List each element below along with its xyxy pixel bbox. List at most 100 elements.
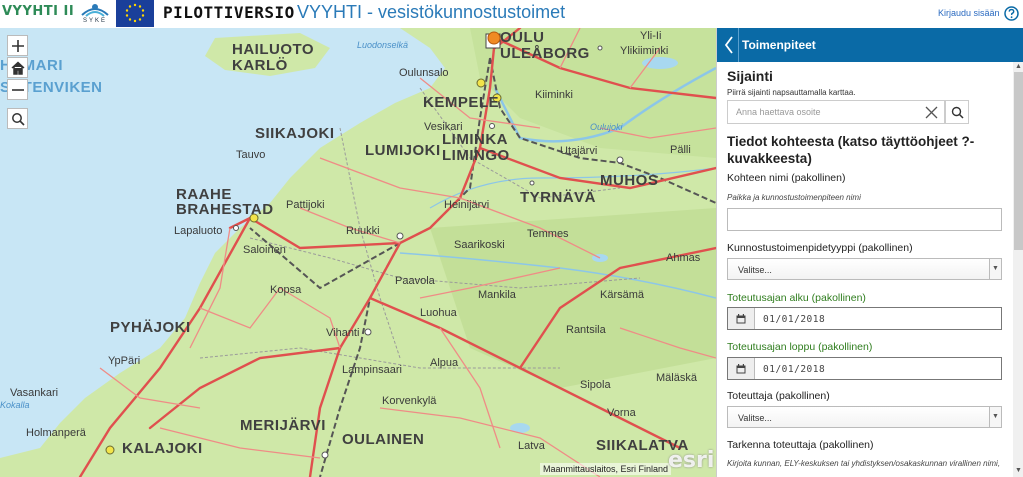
map-label: YpPäri	[108, 355, 141, 367]
zoom-in-button[interactable]	[7, 35, 28, 56]
map-label: MUHOS	[600, 172, 659, 189]
map-label: Pattijoki	[286, 199, 325, 211]
map-label: Ahmas	[666, 252, 701, 264]
syke-logo: SYKE	[78, 1, 112, 26]
map-label: Sipola	[580, 379, 611, 391]
address-search-input[interactable]	[728, 101, 923, 123]
chevron-down-icon: ▼	[989, 407, 1001, 427]
map-label: Paavola	[395, 275, 435, 287]
scroll-thumb[interactable]	[1014, 72, 1023, 250]
eu-flag-logo	[116, 0, 154, 27]
map-label: Rantsila	[566, 324, 606, 336]
map-label: LUMIJOKI	[365, 142, 441, 159]
implementer-select[interactable]: Valitse... ▼	[727, 406, 1002, 428]
map-search-button[interactable]	[7, 108, 28, 129]
map-label: Holmanperä	[26, 427, 86, 439]
map-label: Pälli	[670, 144, 691, 156]
home-button[interactable]	[7, 57, 28, 78]
login-link[interactable]: Kirjaudu sisään	[938, 8, 1000, 18]
map-label: OULU	[500, 29, 545, 46]
map-label: ULEÅBORG	[500, 45, 590, 62]
help-circle-icon[interactable]	[1004, 6, 1019, 21]
clear-icon[interactable]	[925, 106, 938, 119]
details-heading: Tiedot kohteesta (katso täyttöohjeet ?-k…	[727, 134, 975, 166]
end-date-field[interactable]: 01/01/2018	[727, 357, 1002, 380]
panel-form: Sijainti Piirrä sijainti napsauttamalla …	[717, 62, 1012, 477]
map-label: TYRNÄVÄ	[520, 189, 597, 206]
map-label: Oulunsalo	[399, 67, 449, 79]
type-select[interactable]: Valitse... ▼	[727, 258, 1002, 280]
map-label: SIIKAJOKI	[255, 125, 335, 142]
map-label: Kokalla	[0, 400, 30, 410]
side-panel: Toimenpiteet Sijainti Piirrä sijainti na…	[716, 28, 1023, 477]
zoom-out-icon	[11, 88, 24, 91]
map-label: KEMPELE	[423, 94, 500, 111]
implementer-select-value: Valitse...	[738, 413, 772, 423]
type-label: Kunnostustoimenpidetyyppi (pakollinen)	[727, 242, 913, 254]
map-label: Alpua	[430, 357, 459, 369]
map-label: Oulujoki	[590, 122, 623, 132]
detail-implementer-hint: Kirjoita kunnan, ELY-keskuksen tai yhdis…	[727, 459, 1001, 468]
map-label: OULAINEN	[342, 431, 425, 448]
syke-logo-text: SYKE	[82, 18, 107, 24]
vyyhti-logo: VYYHTI II	[2, 4, 75, 19]
map-label: Vorna	[607, 407, 636, 419]
scroll-down-icon[interactable]: ▼	[1014, 466, 1023, 475]
search-icon	[951, 106, 964, 119]
calendar-icon[interactable]	[728, 358, 755, 379]
implementer-label: Toteuttaja (pakollinen)	[727, 390, 830, 402]
start-date-field[interactable]: 01/01/2018	[727, 307, 1002, 330]
end-date-value: 01/01/2018	[763, 364, 826, 375]
zoom-in-icon	[11, 39, 24, 52]
map-label: LIMINKA	[442, 131, 508, 148]
name-input[interactable]	[727, 208, 1002, 231]
map-label: Temmes	[527, 228, 569, 240]
type-select-value: Valitse...	[738, 265, 772, 275]
map-label: BRAHESTAD	[176, 201, 274, 218]
map-label: Vasankari	[10, 387, 59, 399]
name-label: Kohteen nimi (pakollinen)	[727, 172, 846, 184]
map-label: Saarikoski	[454, 239, 505, 251]
map-label: Kopsa	[270, 284, 302, 296]
map-label: Luodonselkä	[357, 40, 409, 50]
calendar-icon[interactable]	[728, 308, 755, 329]
zoom-out-button[interactable]	[7, 79, 28, 100]
map-label: Saloinen	[243, 244, 286, 256]
page-title: VYYHTI - vesistökunnostustoimet	[297, 2, 566, 22]
location-heading: Sijainti	[727, 68, 773, 84]
map-label: Lampinsaari	[342, 364, 402, 376]
map-view[interactable]: HAILUOTO KARLÖ OULU ULEÅBORG Yli-Ii Ylik…	[0, 28, 716, 477]
search-icon	[11, 112, 25, 126]
map-label: Kärsämä	[600, 289, 645, 301]
map-label: KALAJOKI	[122, 440, 203, 457]
map-label: KARLÖ	[232, 57, 288, 74]
scroll-up-icon[interactable]: ▲	[1014, 62, 1023, 71]
map-label: Mäläskä	[656, 372, 697, 384]
panel-header: Toimenpiteet	[717, 28, 1023, 62]
pilot-version-label: PILOTTIVERSIO	[163, 3, 295, 22]
map-label: RAAHE	[176, 186, 232, 203]
panel-scrollbar[interactable]: ▲ ▼	[1013, 62, 1023, 477]
address-search-box	[727, 100, 945, 124]
map-label: HAILUOTO	[232, 41, 315, 58]
address-search-button[interactable]	[945, 100, 969, 124]
start-date-value: 01/01/2018	[763, 314, 826, 325]
panel-title: Toimenpiteet	[742, 38, 816, 52]
map-label: PYHÄJOKI	[110, 319, 191, 336]
map-label: Ylikiiminki	[620, 45, 669, 57]
map-label: Korvenkylä	[382, 395, 437, 407]
map-label: MERIJÄRVI	[240, 417, 326, 434]
map-label: Lapaluoto	[174, 225, 223, 237]
name-hint: Paikka ja kunnostustoimenpiteen nimi	[727, 193, 861, 202]
location-hint: Piirrä sijainti napsauttamalla karttaa.	[727, 88, 856, 97]
map-attribution: Maanmittauslaitos, Esri Finland	[540, 463, 672, 475]
map-label: Tauvo	[236, 149, 266, 161]
start-date-label: Toteutusajan alku (pakollinen)	[727, 292, 866, 304]
map-label: Luohua	[420, 307, 457, 319]
map-label: Yli-Ii	[640, 30, 662, 42]
map-label: Utajärvi	[560, 145, 598, 157]
map-label: Mankila	[478, 289, 516, 301]
map-label: Ruukki	[346, 225, 380, 237]
collapse-panel-button[interactable]	[719, 28, 739, 62]
map-label: Kiiminki	[535, 89, 573, 101]
